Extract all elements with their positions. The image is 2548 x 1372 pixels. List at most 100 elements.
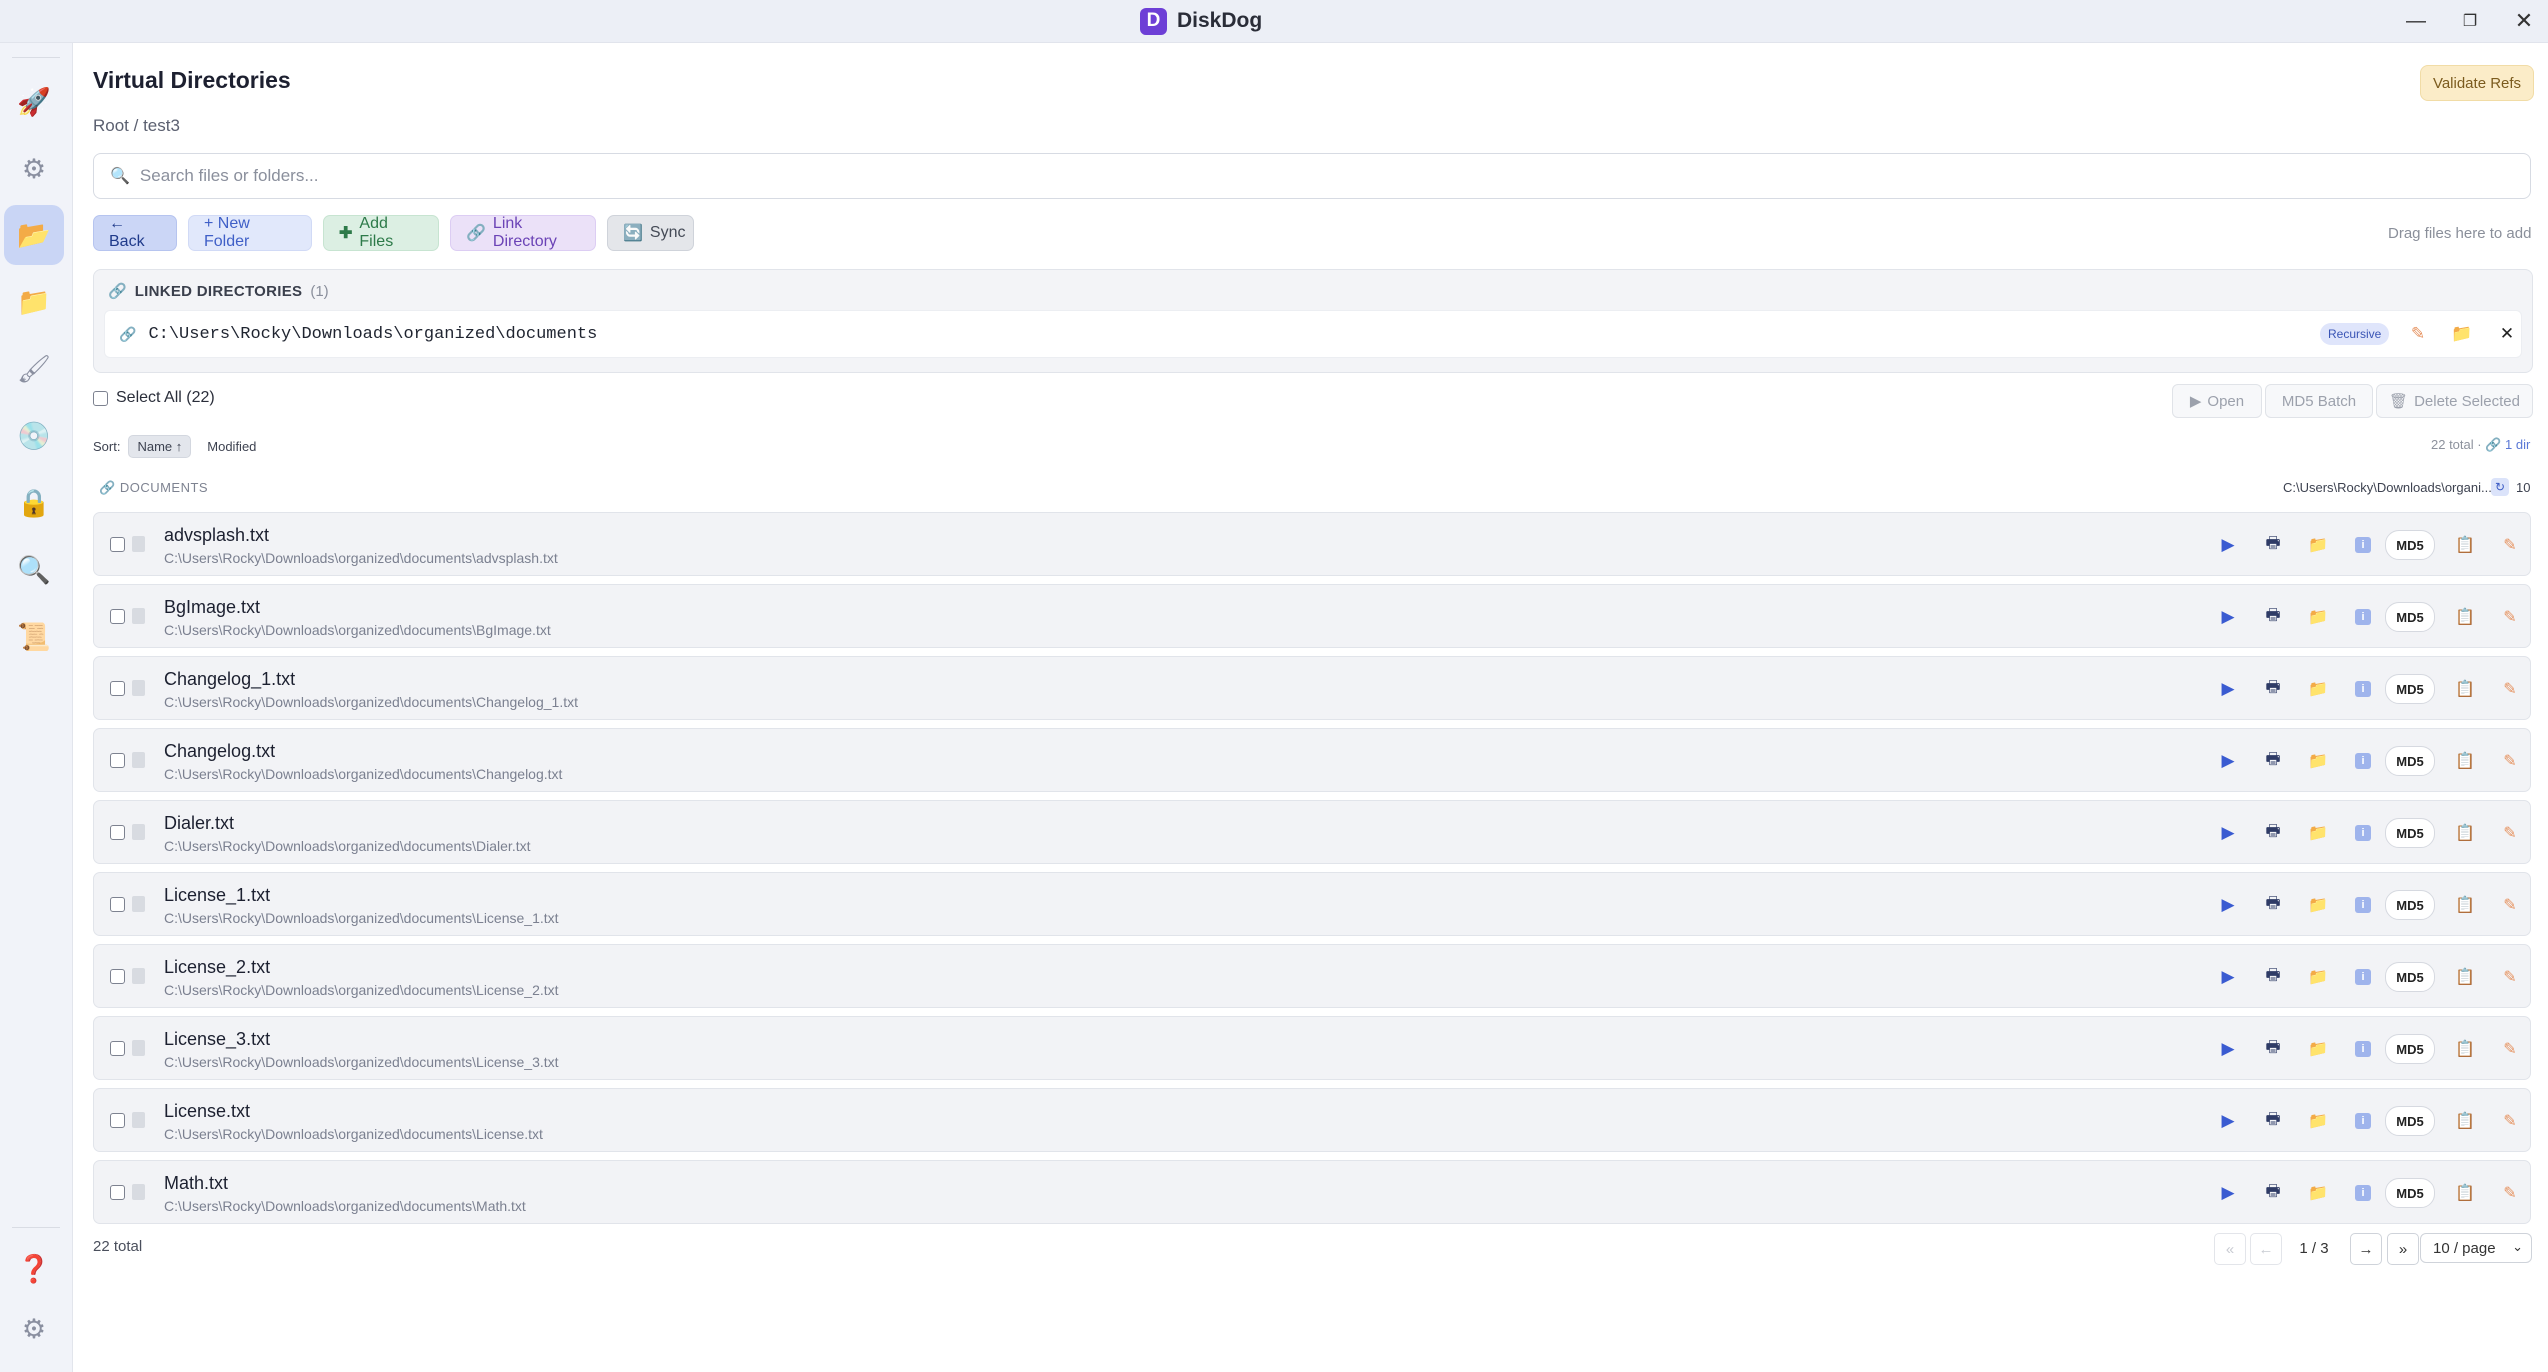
open-folder-icon[interactable]: 📁 xyxy=(2449,321,2475,347)
info-icon[interactable]: i xyxy=(2349,963,2377,991)
pencil-icon[interactable]: ✎ xyxy=(2496,1035,2524,1063)
play-icon[interactable]: ▶ xyxy=(2214,1107,2242,1135)
search-input[interactable] xyxy=(137,165,2442,187)
play-icon[interactable]: ▶ xyxy=(2214,891,2242,919)
md5-button[interactable]: MD5 xyxy=(2385,818,2435,848)
file-row[interactable]: License_2.txt C:\Users\Rocky\Downloads\or… xyxy=(93,944,2531,1008)
clipboard-icon[interactable]: 📋 xyxy=(2451,1179,2479,1207)
minimize-button[interactable]: — xyxy=(2398,4,2434,38)
file-row[interactable]: License.txt C:\Users\Rocky\Downloads\orga… xyxy=(93,1088,2531,1152)
file-row[interactable]: License_3.txt C:\Users\Rocky\Downloads\or… xyxy=(93,1016,2531,1080)
folder-icon[interactable]: 📁 xyxy=(2304,1179,2332,1207)
scroll-icon[interactable]: 📜 xyxy=(4,607,64,667)
folder-icon[interactable]: 📁 xyxy=(2304,531,2332,559)
print-icon[interactable]: 🖶 xyxy=(2259,819,2287,847)
refresh-icon[interactable]: ↻ xyxy=(2491,478,2509,496)
clipboard-icon[interactable]: 📋 xyxy=(2451,1035,2479,1063)
folder-icon[interactable]: 📁 xyxy=(4,272,64,332)
pencil-icon[interactable]: ✎ xyxy=(2496,819,2524,847)
clipboard-icon[interactable]: 📋 xyxy=(2451,819,2479,847)
row-checkbox[interactable] xyxy=(110,897,125,912)
pencil-icon[interactable]: ✎ xyxy=(2496,675,2524,703)
select-all[interactable]: Select All (22) xyxy=(93,389,215,407)
next-page-button[interactable]: → xyxy=(2350,1233,2382,1265)
sort-by-modified[interactable]: Modified xyxy=(199,436,264,457)
clipboard-icon[interactable]: 📋 xyxy=(2451,531,2479,559)
info-icon[interactable]: i xyxy=(2349,675,2377,703)
gear-icon[interactable]: ⚙ xyxy=(4,139,64,199)
md5-button[interactable]: MD5 xyxy=(2385,602,2435,632)
link-directory-button[interactable]: 🔗 Link Directory xyxy=(450,215,596,251)
print-icon[interactable]: 🖶 xyxy=(2259,603,2287,631)
play-icon[interactable]: ▶ xyxy=(2214,531,2242,559)
pencil-icon[interactable]: ✎ xyxy=(2496,531,2524,559)
clipboard-icon[interactable]: 📋 xyxy=(2451,675,2479,703)
file-row[interactable]: Dialer.txt C:\Users\Rocky\Downloads\organ… xyxy=(93,800,2531,864)
settings-icon[interactable]: ⚙ xyxy=(4,1299,64,1359)
pencil-icon[interactable]: ✎ xyxy=(2496,963,2524,991)
print-icon[interactable]: 🖶 xyxy=(2259,1107,2287,1135)
last-page-button[interactable]: » xyxy=(2387,1233,2419,1265)
print-icon[interactable]: 🖶 xyxy=(2259,675,2287,703)
md5-button[interactable]: MD5 xyxy=(2385,1178,2435,1208)
row-checkbox[interactable] xyxy=(110,1185,125,1200)
folder-icon[interactable]: 📁 xyxy=(2304,1035,2332,1063)
disc-icon[interactable]: 💿 xyxy=(4,406,64,466)
row-checkbox[interactable] xyxy=(110,753,125,768)
file-row[interactable]: License_1.txt C:\Users\Rocky\Downloads\or… xyxy=(93,872,2531,936)
brush-icon[interactable]: 🖌 xyxy=(4,339,64,399)
folder-icon[interactable]: 📁 xyxy=(2304,603,2332,631)
new-folder-button[interactable]: + New Folder xyxy=(188,215,312,251)
pencil-icon[interactable]: ✎ xyxy=(2496,747,2524,775)
file-row[interactable]: Changelog.txt C:\Users\Rocky\Downloads\or… xyxy=(93,728,2531,792)
folder-icon[interactable]: 📁 xyxy=(2304,963,2332,991)
md5-button[interactable]: MD5 xyxy=(2385,1034,2435,1064)
print-icon[interactable]: 🖶 xyxy=(2259,963,2287,991)
print-icon[interactable]: 🖶 xyxy=(2259,747,2287,775)
open-button[interactable]: ▶ Open xyxy=(2172,384,2262,418)
play-icon[interactable]: ▶ xyxy=(2214,1035,2242,1063)
pencil-icon[interactable]: ✎ xyxy=(2496,1107,2524,1135)
folder-icon[interactable]: 📁 xyxy=(2304,675,2332,703)
print-icon[interactable]: 🖶 xyxy=(2259,531,2287,559)
folder-icon[interactable]: 📁 xyxy=(2304,819,2332,847)
clipboard-icon[interactable]: 📋 xyxy=(2451,891,2479,919)
pencil-icon[interactable]: ✎ xyxy=(2496,603,2524,631)
row-checkbox[interactable] xyxy=(110,537,125,552)
folder-open-icon[interactable]: 📂 xyxy=(4,205,64,265)
back-button[interactable]: ← Back xyxy=(93,215,177,251)
md5-button[interactable]: MD5 xyxy=(2385,746,2435,776)
delete-selected-button[interactable]: 🗑 Delete Selected xyxy=(2376,384,2533,418)
close-window-button[interactable]: ✕ xyxy=(2506,4,2542,38)
pencil-icon[interactable]: ✎ xyxy=(2496,891,2524,919)
unlink-icon[interactable]: ✕ xyxy=(2494,321,2520,347)
info-icon[interactable]: i xyxy=(2349,819,2377,847)
print-icon[interactable]: 🖶 xyxy=(2259,1035,2287,1063)
info-icon[interactable]: i xyxy=(2349,1179,2377,1207)
folder-icon[interactable]: 📁 xyxy=(2304,891,2332,919)
help-icon[interactable]: ❓ xyxy=(4,1239,64,1299)
search-bar[interactable]: 🔍 xyxy=(93,153,2531,199)
info-icon[interactable]: i xyxy=(2349,1035,2377,1063)
md5-button[interactable]: MD5 xyxy=(2385,890,2435,920)
row-checkbox[interactable] xyxy=(110,1041,125,1056)
info-icon[interactable]: i xyxy=(2349,747,2377,775)
folder-icon[interactable]: 📁 xyxy=(2304,747,2332,775)
info-icon[interactable]: i xyxy=(2349,603,2377,631)
row-checkbox[interactable] xyxy=(110,609,125,624)
search-icon[interactable]: 🔍 xyxy=(4,540,64,600)
prev-page-button[interactable]: ← xyxy=(2250,1233,2282,1265)
md5-button[interactable]: MD5 xyxy=(2385,962,2435,992)
play-icon[interactable]: ▶ xyxy=(2214,747,2242,775)
pencil-icon[interactable]: ✎ xyxy=(2496,1179,2524,1207)
select-all-checkbox[interactable] xyxy=(93,390,108,406)
file-row[interactable]: Changelog_1.txt C:\Users\Rocky\Downloads\… xyxy=(93,656,2531,720)
first-page-button[interactable]: « xyxy=(2214,1233,2246,1265)
file-row[interactable]: BgImage.txt C:\Users\Rocky\Downloads\orga… xyxy=(93,584,2531,648)
md5-button[interactable]: MD5 xyxy=(2385,1106,2435,1136)
add-files-button[interactable]: ✚ Add Files xyxy=(323,215,439,251)
clipboard-icon[interactable]: 📋 xyxy=(2451,747,2479,775)
per-page-select[interactable]: 10 / page ⌄ xyxy=(2420,1233,2532,1263)
md5-batch-button[interactable]: MD5 Batch xyxy=(2265,384,2373,418)
info-icon[interactable]: i xyxy=(2349,531,2377,559)
